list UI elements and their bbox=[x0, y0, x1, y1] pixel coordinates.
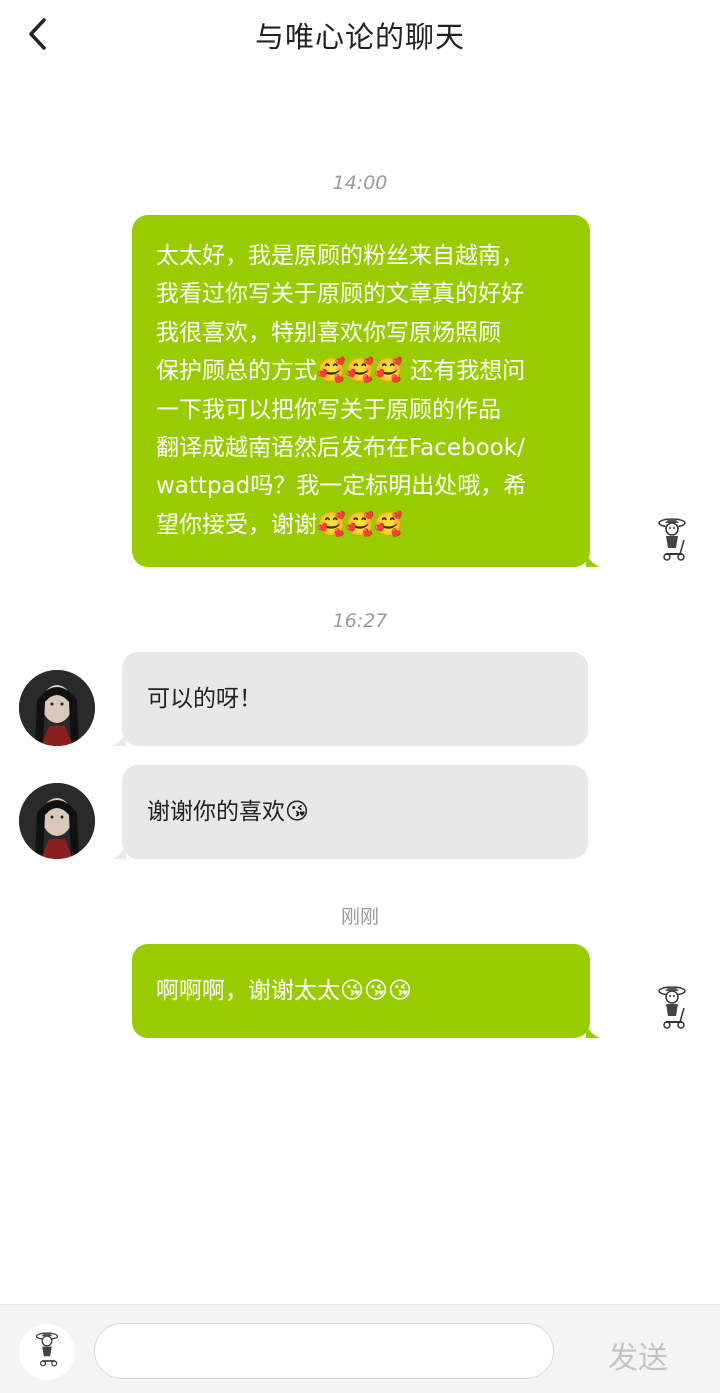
message-bubble[interactable]: 谢谢你的喜欢😘 bbox=[112, 765, 588, 859]
timestamp: 16:27 bbox=[332, 610, 388, 632]
message-line: wattpad吗？我一定标明出处哦，希 bbox=[156, 473, 527, 500]
contact-avatar[interactable] bbox=[19, 670, 95, 746]
top-bar: 与唯心论的聊天 bbox=[0, 0, 720, 68]
long-hair-avatar-icon bbox=[19, 783, 95, 859]
timestamp: 刚刚 bbox=[340, 906, 379, 928]
bubble-tail bbox=[586, 1024, 600, 1038]
send-button[interactable]: 发送 bbox=[596, 1333, 680, 1377]
message-line: 翻译成越南语然后发布在Facebook/ bbox=[156, 435, 525, 462]
message-bubble[interactable]: 可以的呀！ bbox=[112, 652, 588, 746]
bubble-tail bbox=[112, 732, 126, 746]
message-bubble[interactable]: 啊啊啊，谢谢太太😘😘😘 bbox=[132, 944, 600, 1038]
message-bubble[interactable]: 太太好，我是原顾的粉丝来自越南， 我看过你写关于原顾的文章真的好好 我很喜欢，特… bbox=[132, 215, 600, 567]
message-input[interactable] bbox=[94, 1323, 554, 1379]
message-text: 可以的呀！ bbox=[147, 685, 262, 712]
message-input-bar: 发送 bbox=[0, 1304, 720, 1393]
my-avatar[interactable] bbox=[652, 514, 692, 562]
message-line: 我很喜欢，特别喜欢你写原炀照顾 bbox=[156, 319, 501, 346]
contact-avatar[interactable] bbox=[19, 783, 95, 859]
cartoon-character-icon bbox=[658, 986, 686, 1029]
timestamp: 14:00 bbox=[332, 172, 388, 194]
cartoon-character-icon bbox=[36, 1332, 59, 1367]
message-text: 啊啊啊，谢谢太太😘😘😘 bbox=[156, 977, 412, 1004]
my-avatar[interactable] bbox=[652, 982, 692, 1030]
long-hair-avatar-icon bbox=[19, 670, 95, 746]
page-title: 与唯心论的聊天 bbox=[254, 20, 465, 54]
message-line: 一下我可以把你写关于原顾的作品 bbox=[156, 396, 501, 423]
message-line: 我看过你写关于原顾的文章真的好好 bbox=[156, 281, 524, 308]
bubble-tail bbox=[586, 553, 600, 567]
message-line: 望你接受，谢谢🥰🥰🥰 bbox=[156, 511, 403, 538]
cartoon-character-icon bbox=[658, 518, 686, 561]
message-text: 谢谢你的喜欢😘 bbox=[147, 798, 309, 825]
message-line: 保护顾总的方式🥰🥰🥰 还有我想问 bbox=[156, 358, 526, 385]
message-line: 太太好，我是原顾的粉丝来自越南， bbox=[156, 243, 524, 269]
bubble-tail bbox=[112, 845, 126, 859]
my-avatar-button[interactable] bbox=[19, 1324, 75, 1380]
